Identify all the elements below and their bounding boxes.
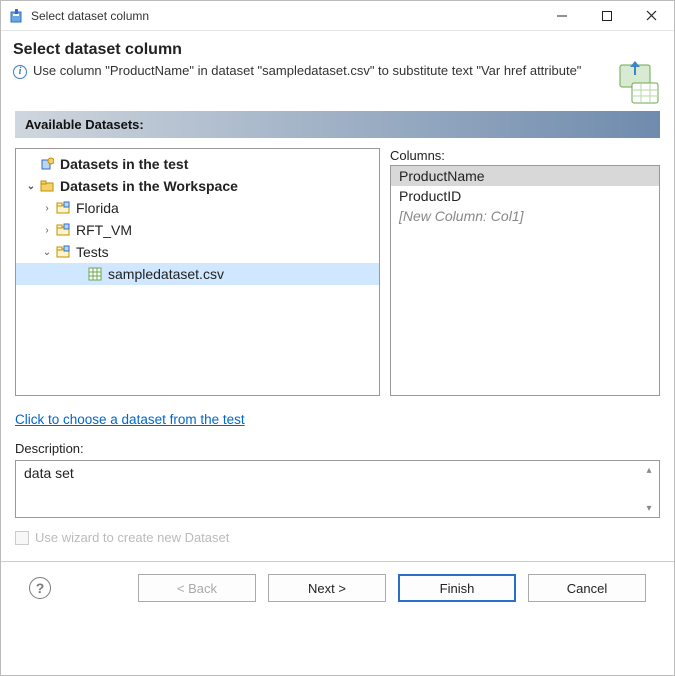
- app-icon: [9, 8, 25, 24]
- column-item-productid[interactable]: ProductID: [391, 186, 659, 206]
- checkbox-label: Use wizard to create new Dataset: [35, 530, 229, 545]
- next-button[interactable]: Next >: [268, 574, 386, 602]
- workspace-icon: [38, 179, 56, 193]
- back-button: < Back: [138, 574, 256, 602]
- folder-icon: [54, 223, 72, 237]
- expand-icon[interactable]: ›: [40, 203, 54, 214]
- available-datasets-header: Available Datasets:: [15, 111, 660, 138]
- tree-node-tests[interactable]: ⌄ Tests: [16, 241, 379, 263]
- columns-label: Columns:: [390, 148, 660, 163]
- tree-label: Tests: [76, 244, 109, 260]
- column-item-new[interactable]: [New Column: Col1]: [391, 206, 659, 226]
- checkbox-icon: [15, 531, 29, 545]
- scroll-down-icon[interactable]: ▾: [639, 499, 659, 517]
- tree-label: sampledataset.csv: [108, 266, 224, 282]
- tree-node-sampledataset[interactable]: sampledataset.csv: [16, 263, 379, 285]
- dataset-banner-icon: [614, 59, 662, 110]
- dataset-root-icon: [38, 157, 56, 171]
- description-label: Description:: [15, 441, 660, 456]
- maximize-button[interactable]: [584, 1, 629, 31]
- titlebar: Select dataset column: [1, 1, 674, 31]
- tree-node-florida[interactable]: › Florida: [16, 197, 379, 219]
- use-wizard-checkbox: Use wizard to create new Dataset: [15, 530, 660, 545]
- cancel-button[interactable]: Cancel: [528, 574, 646, 602]
- folder-icon: [54, 201, 72, 215]
- finish-button[interactable]: Finish: [398, 574, 516, 602]
- minimize-button[interactable]: [539, 1, 584, 31]
- tree-label: Datasets in the test: [60, 156, 188, 172]
- scroll-up-icon[interactable]: ▴: [639, 461, 659, 479]
- info-icon: i: [13, 65, 27, 79]
- description-value: data set: [24, 465, 74, 481]
- columns-list[interactable]: ProductName ProductID [New Column: Col1]: [390, 165, 660, 396]
- folder-icon: [54, 245, 72, 259]
- help-button[interactable]: ?: [29, 577, 51, 599]
- tree-root-datasets-in-test[interactable]: Datasets in the test: [16, 153, 379, 175]
- wizard-header: Select dataset column i Use column "Prod…: [1, 31, 674, 101]
- collapse-icon[interactable]: ⌄: [24, 181, 38, 192]
- description-field[interactable]: data set ▴ ▾: [15, 460, 660, 518]
- window-title: Select dataset column: [31, 9, 539, 23]
- column-item-productname[interactable]: ProductName: [391, 166, 659, 186]
- tree-label: Datasets in the Workspace: [60, 178, 238, 194]
- close-button[interactable]: [629, 1, 674, 31]
- expand-icon[interactable]: ›: [40, 225, 54, 236]
- csv-file-icon: [86, 267, 104, 281]
- info-text: Use column "ProductName" in dataset "sam…: [33, 63, 581, 78]
- datasets-tree[interactable]: Datasets in the test ⌄ Datasets in the W…: [15, 148, 380, 396]
- page-title: Select dataset column: [13, 41, 658, 59]
- tree-root-datasets-in-workspace[interactable]: ⌄ Datasets in the Workspace: [16, 175, 379, 197]
- tree-label: Florida: [76, 200, 119, 216]
- choose-dataset-link[interactable]: Click to choose a dataset from the test: [15, 412, 245, 427]
- tree-label: RFT_VM: [76, 222, 132, 238]
- collapse-icon[interactable]: ⌄: [40, 247, 54, 258]
- tree-node-rft-vm[interactable]: › RFT_VM: [16, 219, 379, 241]
